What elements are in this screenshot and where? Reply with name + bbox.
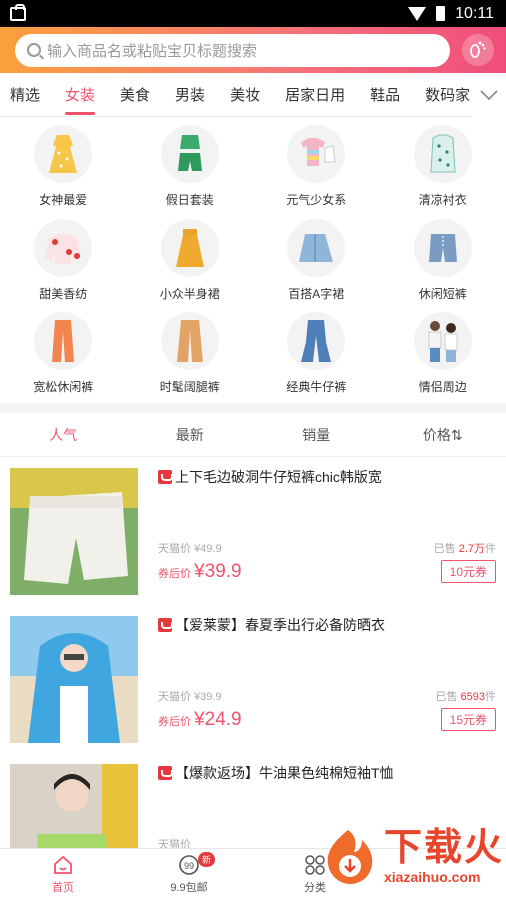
category-label: 清凉衬衣 bbox=[418, 193, 467, 207]
category-label: 女神最爱 bbox=[39, 193, 88, 207]
coupon-price: 券后价 ¥24.9 bbox=[158, 708, 242, 730]
search-input[interactable]: 输入商品名或粘贴宝贝标题搜索 bbox=[15, 33, 450, 67]
status-bar: 10:11 bbox=[0, 0, 506, 27]
tab-jingxuan[interactable]: 精选 bbox=[10, 73, 40, 117]
sort-newest[interactable]: 最新 bbox=[127, 425, 254, 445]
category-item[interactable]: 经典牛仔裤 bbox=[253, 312, 380, 401]
bag-icon bbox=[10, 3, 26, 21]
category-item[interactable]: 百搭A字裙 bbox=[253, 218, 380, 308]
tab-xiepin[interactable]: 鞋品 bbox=[370, 73, 400, 117]
category-item[interactable]: 清凉衬衣 bbox=[380, 125, 506, 214]
category-item[interactable]: 宽松休闲裤 bbox=[0, 312, 127, 401]
section-divider bbox=[0, 403, 506, 413]
loose-pants-icon bbox=[34, 312, 93, 371]
category-item[interactable]: 情侣周边 bbox=[380, 312, 506, 401]
sort-price[interactable]: 价格⇅ bbox=[380, 425, 506, 445]
fire-logo-icon bbox=[327, 830, 373, 884]
sort-bar: 人气 最新 销量 价格⇅ bbox=[0, 413, 506, 457]
watermark-text: 下载火 bbox=[383, 826, 504, 869]
tmall-icon bbox=[158, 470, 173, 484]
nav-label: 9.9包邮 bbox=[170, 882, 208, 894]
search-placeholder: 输入商品名或粘贴宝贝标题搜索 bbox=[47, 42, 258, 60]
jeans-icon bbox=[287, 312, 346, 371]
coupon-badge[interactable]: 15元券 bbox=[440, 708, 496, 731]
battery-icon bbox=[436, 6, 446, 21]
category-label: 情侣周边 bbox=[418, 380, 467, 395]
tmall-icon bbox=[158, 618, 173, 632]
original-price: 天猫价 ¥49.9 bbox=[158, 543, 222, 555]
wide-leg-pants-icon bbox=[160, 312, 219, 371]
subcategory-grid: 女神最爱 假日套装 元气少女系 清凉衬衣 甜美香纺 小众半身裙 百搭A字裙 休闲… bbox=[0, 117, 506, 403]
category-label: 假日套装 bbox=[165, 193, 214, 207]
expand-tabs-button[interactable] bbox=[472, 73, 506, 117]
nav-label: 首页 bbox=[52, 882, 74, 894]
product-title: 【爆款返场】牛油果色纯棉短袖T恤 bbox=[158, 764, 496, 782]
footprint-icon bbox=[470, 41, 486, 58]
free-shipping-icon: 99 bbox=[178, 854, 200, 876]
skirt-icon bbox=[160, 218, 219, 277]
category-tabs: 精选 女装 美食 男装 美妆 居家日用 鞋品 数码家电 bbox=[0, 73, 506, 117]
watermark: 下载火 xiazaihuo.com bbox=[316, 826, 504, 886]
category-item[interactable]: 女神最爱 bbox=[0, 125, 127, 214]
category-label: 经典牛仔裤 bbox=[286, 380, 347, 395]
original-price: 天猫价 ¥39.9 bbox=[158, 691, 222, 703]
a-line-skirt-icon bbox=[287, 218, 346, 277]
category-item[interactable]: 假日套装 bbox=[127, 125, 254, 214]
product-item[interactable]: 【爱莱蒙】春夏季出行必备防晒衣 天猫价 ¥39.9 已售 6593件 券后价 ¥… bbox=[0, 605, 506, 753]
blouse-icon bbox=[34, 218, 93, 277]
coupon-badge[interactable]: 10元券 bbox=[440, 560, 496, 583]
wifi-icon bbox=[408, 6, 427, 21]
category-label: 小众半身裙 bbox=[159, 286, 220, 301]
tmall-icon bbox=[158, 766, 173, 780]
home-icon bbox=[52, 854, 74, 876]
category-item[interactable]: 休闲短裤 bbox=[380, 218, 506, 308]
footprint-button[interactable] bbox=[462, 34, 494, 66]
sort-popularity[interactable]: 人气 bbox=[0, 425, 127, 445]
category-item[interactable]: 甜美香纺 bbox=[0, 218, 127, 308]
category-label: 元气少女系 bbox=[286, 193, 347, 207]
sort-sales[interactable]: 销量 bbox=[253, 425, 380, 445]
shorts-icon bbox=[413, 218, 472, 277]
new-badge: 新 bbox=[198, 852, 216, 867]
product-image[interactable] bbox=[10, 468, 138, 595]
watermark-url: xiazaihuo.com bbox=[383, 868, 481, 885]
dress-icon bbox=[34, 125, 93, 183]
tshirt-icon bbox=[287, 125, 346, 183]
coupon-price: 券后价 ¥39.9 bbox=[158, 560, 242, 582]
category-label: 休闲短裤 bbox=[418, 286, 467, 301]
couple-icon bbox=[413, 312, 472, 371]
nav-home[interactable]: 首页 bbox=[0, 849, 126, 900]
search-bar: 输入商品名或粘贴宝贝标题搜索 bbox=[0, 27, 506, 73]
tab-meishi[interactable]: 美食 bbox=[120, 73, 150, 117]
search-icon bbox=[27, 43, 41, 57]
category-item[interactable]: 小众半身裙 bbox=[127, 218, 254, 308]
category-item[interactable]: 时髦阔腿裤 bbox=[127, 312, 254, 401]
category-label: 甜美香纺 bbox=[39, 286, 88, 301]
product-title: 【爱莱蒙】春夏季出行必备防晒衣 bbox=[158, 616, 496, 634]
status-time: 10:11 bbox=[455, 4, 494, 22]
tab-jujia[interactable]: 居家日用 bbox=[285, 73, 345, 117]
category-item[interactable]: 元气少女系 bbox=[253, 125, 380, 214]
tab-nvzhuang[interactable]: 女装 bbox=[65, 73, 96, 117]
category-label: 百搭A字裙 bbox=[288, 286, 345, 301]
product-title: 上下毛边破洞牛仔短裤chic韩版宽 bbox=[158, 468, 496, 486]
sold-count: 已售 2.7万件 bbox=[433, 543, 496, 555]
nav-free-shipping[interactable]: 99 9.9包邮 新 bbox=[126, 849, 252, 900]
category-label: 时髦阔腿裤 bbox=[159, 380, 220, 395]
tab-meizhuang[interactable]: 美妆 bbox=[230, 73, 260, 117]
chevron-down-icon bbox=[480, 90, 498, 100]
category-label: 宽松休闲裤 bbox=[33, 380, 94, 395]
tab-nanzhuang[interactable]: 男装 bbox=[175, 73, 205, 117]
outfit-set-icon bbox=[160, 125, 219, 183]
shirt-icon bbox=[413, 125, 472, 183]
product-item[interactable]: 上下毛边破洞牛仔短裤chic韩版宽 天猫价 ¥49.9 已售 2.7万件 券后价… bbox=[0, 457, 506, 605]
product-image[interactable] bbox=[10, 616, 138, 743]
svg-text:99: 99 bbox=[184, 861, 194, 871]
sold-count: 已售 6593件 bbox=[435, 691, 496, 703]
